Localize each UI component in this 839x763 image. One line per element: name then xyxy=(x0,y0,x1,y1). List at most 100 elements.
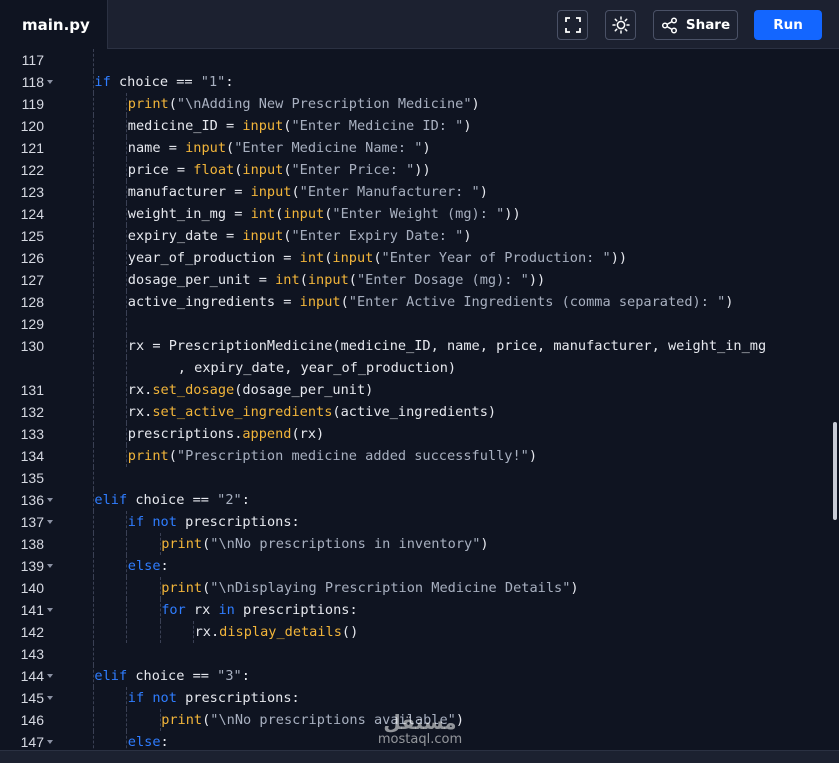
code-line[interactable]: 121 name = input("Enter Medicine Name: ") xyxy=(0,137,839,159)
share-label: Share xyxy=(685,17,731,33)
code-line[interactable]: 119 print("\nAdding New Prescription Medi… xyxy=(0,93,839,115)
indent-guide xyxy=(126,357,128,379)
run-button[interactable]: Run xyxy=(754,10,822,40)
code-token: prescriptions. xyxy=(127,426,243,442)
code-token: : xyxy=(241,668,250,684)
line-number: 119 xyxy=(21,96,44,112)
indent-guide xyxy=(126,709,128,731)
indent-guide xyxy=(93,137,94,159)
file-tab[interactable]: main.py xyxy=(0,0,108,49)
code-token: choice == xyxy=(127,668,218,684)
code-line[interactable]: 141 for rx in prescriptions: xyxy=(0,599,839,621)
fold-chevron-icon[interactable] xyxy=(47,498,53,502)
code-token: ( xyxy=(283,162,292,178)
code-line[interactable]: 132 rx.set_active_ingredients(active_ingr… xyxy=(0,401,839,423)
code-line[interactable]: 118 if choice == "1": xyxy=(0,71,839,93)
code-line[interactable]: 120 medicine_ID = input("Enter Medicine I… xyxy=(0,115,839,137)
code-line[interactable]: 146 print("\nNo prescriptions available") xyxy=(0,709,839,731)
code-text: else: xyxy=(128,555,169,577)
code-line[interactable]: 122 price = float(input("Enter Price: ")) xyxy=(0,159,839,181)
code-line[interactable]: 142 rx.display_details() xyxy=(0,621,839,643)
code-token: dosage_per_unit = xyxy=(127,272,276,288)
code-line[interactable]: 139 else: xyxy=(0,555,839,577)
code-line[interactable]: , expiry_date, year_of_production) xyxy=(0,357,839,379)
code-line[interactable]: 135 xyxy=(0,467,839,489)
indent-guide xyxy=(93,643,94,665)
code-token: )) xyxy=(504,206,521,222)
indent-guide xyxy=(93,599,94,621)
indent-guide xyxy=(93,313,94,335)
fold-chevron-icon[interactable] xyxy=(47,674,53,678)
code-token: ) xyxy=(463,228,472,244)
code-line[interactable]: 137 if not prescriptions: xyxy=(0,511,839,533)
code-line[interactable]: 136 elif choice == "2": xyxy=(0,489,839,511)
code-token: ) xyxy=(570,580,579,596)
indent-guide xyxy=(93,181,94,203)
code-line[interactable]: 126 year_of_production = int(input("Enter… xyxy=(0,247,839,269)
code-token: medicine_ID = xyxy=(127,118,243,134)
code-line[interactable]: 124 weight_in_mg = int(input("Enter Weigh… xyxy=(0,203,839,225)
code-line[interactable]: 128 active_ingredients = input("Enter Act… xyxy=(0,291,839,313)
code-token: ( xyxy=(226,140,235,156)
code-token: display_details xyxy=(219,624,342,640)
code-token: ) xyxy=(528,448,538,464)
indent-guide xyxy=(93,731,94,750)
fold-chevron-icon[interactable] xyxy=(47,564,53,568)
code-token: print xyxy=(161,536,203,552)
code-line[interactable]: 134 print("Prescription medicine added su… xyxy=(0,445,839,467)
code-line[interactable]: 143 xyxy=(0,643,839,665)
code-token: )) xyxy=(528,272,546,288)
fold-chevron-icon[interactable] xyxy=(47,740,53,744)
fold-chevron-icon[interactable] xyxy=(47,608,53,612)
code-token: rx xyxy=(185,602,219,618)
indent-guide xyxy=(93,621,94,643)
line-number: 138 xyxy=(20,536,44,552)
code-line[interactable]: 147 else: xyxy=(0,731,839,750)
line-number: 135 xyxy=(20,470,44,486)
line-number: 117 xyxy=(21,52,44,68)
line-number: 142 xyxy=(20,624,44,640)
code-text: active_ingredients = input("Enter Active… xyxy=(128,291,734,313)
code-token: not xyxy=(152,690,177,706)
bottom-bar xyxy=(0,750,839,763)
line-number: 129 xyxy=(20,316,44,332)
fold-chevron-icon[interactable] xyxy=(47,80,53,84)
code-line[interactable]: 133 prescriptions.append(rx) xyxy=(0,423,839,445)
code-token: print xyxy=(161,580,203,596)
code-line[interactable]: 140 print("\nDisplaying Prescription Medi… xyxy=(0,577,839,599)
code-line[interactable]: 117 xyxy=(0,49,839,71)
code-line[interactable]: 123 manufacturer = input("Enter Manufactu… xyxy=(0,181,839,203)
indent-guide xyxy=(93,401,94,423)
code-token: "Enter Medicine Name: " xyxy=(234,140,423,156)
code-line[interactable]: 144 elif choice == "3": xyxy=(0,665,839,687)
scrollbar-thumb[interactable] xyxy=(833,422,837,520)
code-line[interactable]: 145 if not prescriptions: xyxy=(0,687,839,709)
code-line[interactable]: 125 expiry_date = input("Enter Expiry Dat… xyxy=(0,225,839,247)
code-token: append xyxy=(242,426,292,442)
code-token: ) xyxy=(480,536,489,552)
code-token: "Enter Medicine ID: " xyxy=(291,118,464,134)
fullscreen-button[interactable] xyxy=(557,10,588,40)
indent-guide xyxy=(93,445,94,467)
code-editor[interactable]: 117 118 if choice == "1": 119 print("\nAddin… xyxy=(0,49,839,750)
scrollbar-track[interactable] xyxy=(829,49,839,750)
code-line[interactable]: 127 dosage_per_unit = int(input("Enter Do… xyxy=(0,269,839,291)
fold-chevron-icon[interactable] xyxy=(47,696,53,700)
code-token: year_of_production = xyxy=(127,250,300,266)
code-token: "Enter Dosage (mg): " xyxy=(356,272,529,288)
code-line[interactable]: 129 xyxy=(0,313,839,335)
theme-toggle-button[interactable] xyxy=(605,10,636,40)
code-text: rx = PrescriptionMedicine(medicine_ID, n… xyxy=(128,335,766,357)
code-token: "1" xyxy=(200,74,226,90)
code-text: prescriptions.append(rx) xyxy=(128,423,324,445)
code-text: elif choice == "3": xyxy=(94,665,250,687)
code-line[interactable]: 138 print("\nNo prescriptions in inventor… xyxy=(0,533,839,555)
code-line[interactable]: 131 rx.set_dosage(dosage_per_unit) xyxy=(0,379,839,401)
code-token: ) xyxy=(422,140,431,156)
indent-guide xyxy=(93,467,94,489)
code-line[interactable]: 130 rx = PrescriptionMedicine(medicine_ID… xyxy=(0,335,839,357)
fold-chevron-icon[interactable] xyxy=(47,520,53,524)
share-button[interactable]: Share xyxy=(653,10,738,40)
code-text: expiry_date = input("Enter Expiry Date: … xyxy=(128,225,472,247)
line-number: 126 xyxy=(20,250,44,266)
